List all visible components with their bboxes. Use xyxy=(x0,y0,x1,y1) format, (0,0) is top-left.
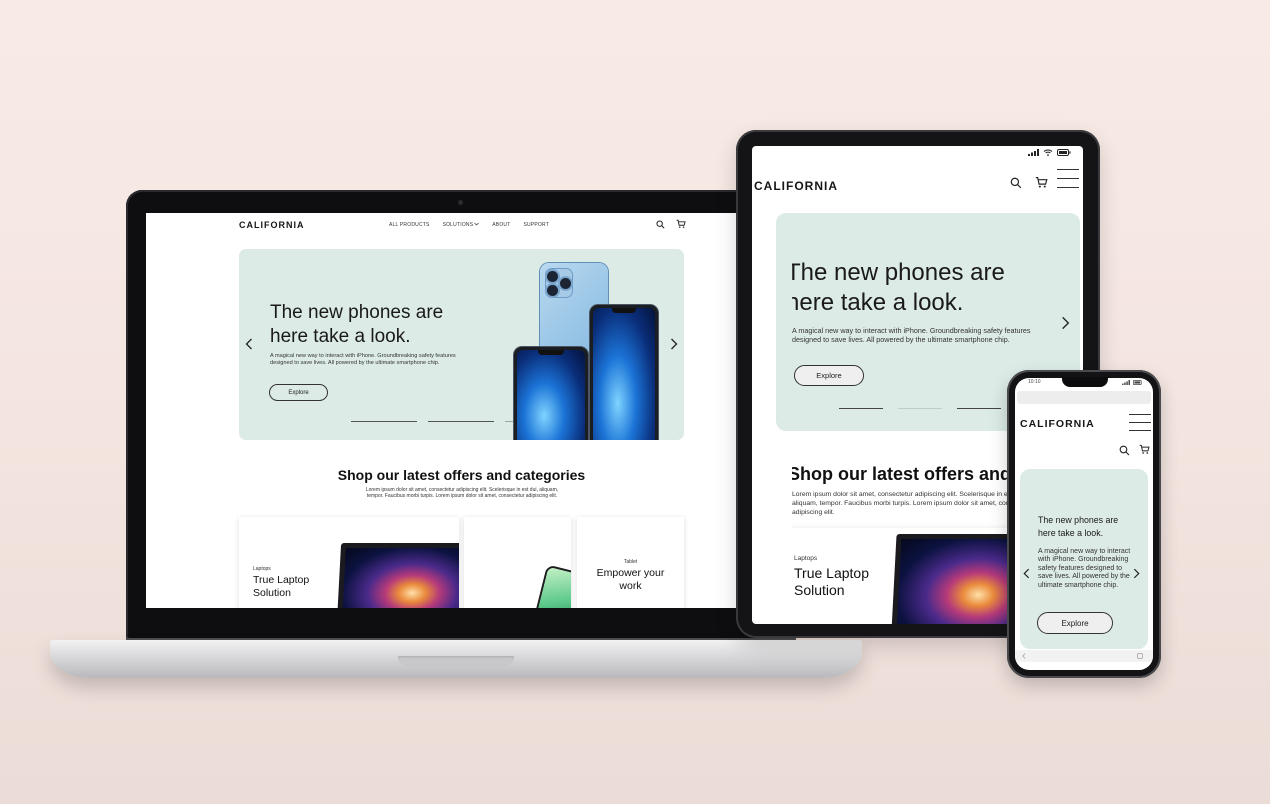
phone-notch xyxy=(538,350,564,355)
laptop-nav-menu: ALL PRODUCTS SOLUTIONS ABOUT SUPPORT xyxy=(389,222,549,228)
cart-icon[interactable] xyxy=(676,219,686,229)
search-icon[interactable] xyxy=(1119,445,1130,456)
laptop-hero-banner: The new phones are here take a look. A m… xyxy=(239,249,684,440)
tabs-icon[interactable] xyxy=(1137,653,1143,659)
menu-bar xyxy=(1129,430,1151,431)
green-phone-image xyxy=(536,566,571,608)
explore-button[interactable]: Explore xyxy=(269,384,328,401)
browser-address-bar[interactable] xyxy=(1017,391,1151,404)
card-title: True Laptop Solution xyxy=(794,565,869,598)
phone-front-image xyxy=(514,347,588,440)
camera-lens xyxy=(547,285,558,296)
phone-notch xyxy=(612,308,636,313)
category-card-tablet[interactable]: Tablet Empower your work xyxy=(577,517,684,608)
chevron-right-icon[interactable] xyxy=(1133,568,1140,579)
hero-title: The new phones are here take a look. xyxy=(1038,515,1119,538)
nav-item-support[interactable]: SUPPORT xyxy=(524,222,549,228)
search-icon[interactable] xyxy=(656,220,665,229)
explore-button[interactable]: Explore xyxy=(794,365,864,386)
section-description: Lorem ipsum dolor sit amet, consectetur … xyxy=(792,491,1034,516)
laptop-navbar: CALIFORNIA ALL PRODUCTS SOLUTIONS ABOUT … xyxy=(146,213,777,239)
camera-lens xyxy=(547,271,558,282)
chevron-left-icon[interactable] xyxy=(245,338,253,350)
section-title: Shop our latest offers and categories xyxy=(337,467,586,483)
explore-button[interactable]: Explore xyxy=(1037,612,1113,634)
carousel-dot[interactable] xyxy=(351,421,417,422)
menu-bar xyxy=(1129,422,1151,423)
camera-module xyxy=(545,268,573,298)
hero-title: The new phones are here take a look. xyxy=(792,259,1005,316)
phone-screen-glass xyxy=(517,350,585,440)
laptop-product-image xyxy=(336,543,459,608)
card-eyebrow: Laptops xyxy=(253,566,271,572)
section-description: Lorem ipsum dolor sit amet, consectetur … xyxy=(365,487,559,499)
chevron-down-icon xyxy=(474,222,480,226)
camera-lens xyxy=(560,278,571,289)
carousel-dot[interactable] xyxy=(839,408,883,409)
carousel-indicators xyxy=(839,408,1001,409)
nav-item-about[interactable]: ABOUT xyxy=(492,222,510,228)
hamburger-menu-icon[interactable] xyxy=(1129,414,1151,438)
phone-screen: 10:10 CALIFORNIA The new phones are here… xyxy=(1015,378,1153,670)
hero-phones-image xyxy=(514,263,664,440)
nav-item-all-products[interactable]: ALL PRODUCTS xyxy=(389,222,430,228)
battery-icon xyxy=(1133,380,1142,385)
carousel-dot-active[interactable] xyxy=(898,408,942,409)
card-eyebrow: Laptops xyxy=(794,555,818,562)
category-card-laptops[interactable]: Laptops True Laptop Solution xyxy=(239,517,459,608)
laptop-camera xyxy=(458,200,463,205)
chevron-left-icon[interactable] xyxy=(1023,568,1030,579)
nav-item-solutions-label: SOLUTIONS xyxy=(442,222,474,228)
card-title: True Laptop Solution xyxy=(253,574,310,599)
status-time: 10:10 xyxy=(1028,379,1041,385)
phone-logo[interactable]: CALIFORNIA xyxy=(1020,418,1095,430)
hero-description: A magical new way to interact with iPhon… xyxy=(1038,548,1131,589)
phone-front-image xyxy=(590,305,658,440)
category-card-phones[interactable] xyxy=(464,517,571,608)
phone-dynamic-island xyxy=(1062,377,1108,387)
cart-icon[interactable] xyxy=(1139,444,1150,455)
carousel-dot[interactable] xyxy=(428,421,494,422)
chevron-right-icon[interactable] xyxy=(670,338,678,350)
phone-screen-glass xyxy=(593,308,655,440)
browser-back-icon[interactable] xyxy=(1021,653,1027,659)
galaxy-wallpaper-image xyxy=(341,548,459,608)
card-title: Empower your work xyxy=(596,567,665,592)
laptop-screen: CALIFORNIA ALL PRODUCTS SOLUTIONS ABOUT … xyxy=(146,213,777,608)
menu-bar xyxy=(1129,414,1151,415)
laptop-opening-notch xyxy=(398,656,514,666)
browser-bottom-toolbar xyxy=(1015,650,1153,662)
card-eyebrow: Tablet xyxy=(623,559,638,565)
carousel-dot[interactable] xyxy=(957,408,1001,409)
hero-description: A magical new way to interact with iPhon… xyxy=(270,353,456,366)
hero-title: The new phones are here take a look. xyxy=(270,302,444,347)
phone-status-icons xyxy=(1122,380,1143,385)
signal-icon xyxy=(1122,380,1130,385)
laptop-logo[interactable]: CALIFORNIA xyxy=(239,220,305,230)
nav-item-solutions[interactable]: SOLUTIONS xyxy=(443,222,480,228)
hero-description: A magical new way to interact with iPhon… xyxy=(792,326,1031,344)
